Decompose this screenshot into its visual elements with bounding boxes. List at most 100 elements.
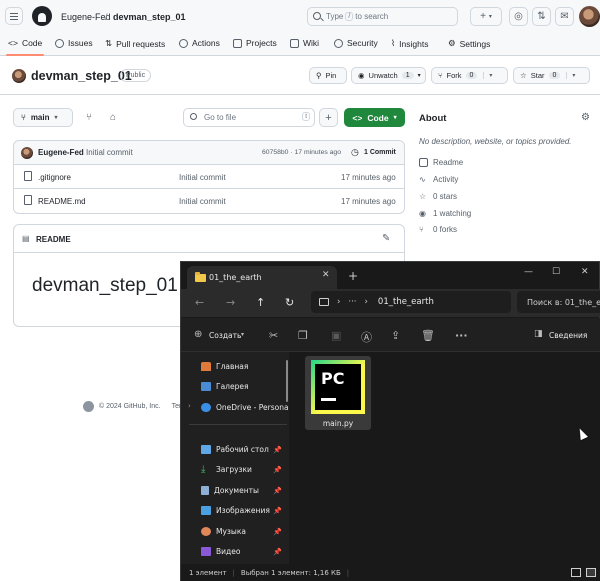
refresh-icon[interactable]: ↻ xyxy=(285,296,294,309)
file-name[interactable]: main.py xyxy=(305,419,371,428)
explorer-search-input[interactable]: Поиск в: 01_the_earth xyxy=(517,291,600,313)
forward-icon[interactable]: → xyxy=(226,296,235,309)
add-file-button[interactable]: + xyxy=(319,108,338,127)
go-to-file-input[interactable]: Go to file t xyxy=(183,108,315,127)
pin-icon[interactable]: 📌 xyxy=(273,466,282,474)
search-input[interactable]: Type / to search xyxy=(307,7,458,26)
explorer-tab[interactable]: 01_the_earth xyxy=(187,266,337,289)
sidebar-item-onedrive[interactable]: OneDrive - Persona xyxy=(201,403,289,412)
repo-title[interactable]: devman_step_01 xyxy=(31,69,132,83)
new-tab-icon[interactable]: + xyxy=(348,269,358,283)
more-path-icon[interactable]: ··· xyxy=(348,297,356,307)
pin-icon[interactable]: 📌 xyxy=(273,487,282,495)
file-row[interactable]: .gitignore Initial commit 17 minutes ago xyxy=(14,165,404,189)
pin-icon[interactable]: 📌 xyxy=(273,548,282,556)
tab-security[interactable]: Security xyxy=(334,38,378,48)
maximize-icon[interactable]: ☐ xyxy=(552,267,560,277)
file-icon xyxy=(24,171,32,181)
rename-icon[interactable]: Ⓐ xyxy=(361,329,372,345)
delete-icon[interactable]: 🗑 xyxy=(421,329,435,342)
share-icon[interactable]: ⇪ xyxy=(391,329,400,342)
gear-icon[interactable]: ⚙ xyxy=(581,112,590,123)
up-icon[interactable]: ↑ xyxy=(256,296,265,309)
more-options-icon[interactable]: ··· xyxy=(455,329,468,342)
breadcrumb-owner[interactable]: Eugene-Fed xyxy=(61,12,111,22)
code-button[interactable]: <> Code ▾ xyxy=(344,108,405,127)
file-name[interactable]: README.md xyxy=(38,197,86,206)
sidebar-item-music[interactable]: Музыка xyxy=(201,527,246,536)
star-button[interactable]: ☆ Star 0 ▾ xyxy=(513,67,590,84)
copy-icon[interactable]: ❐ xyxy=(298,329,308,342)
tab-actions[interactable]: Actions xyxy=(179,38,220,48)
pin-icon[interactable]: 📌 xyxy=(273,507,282,515)
details-pane-icon[interactable]: ◨ xyxy=(534,329,543,339)
create-new-button[interactable]: + ▾ xyxy=(470,7,502,26)
menu-button[interactable] xyxy=(5,7,23,25)
minimize-icon[interactable]: — xyxy=(524,267,533,277)
details-view-icon[interactable] xyxy=(571,568,581,577)
tab-insights[interactable]: ⌇ Insights xyxy=(391,38,428,49)
breadcrumb-folder[interactable]: 01_the_earth xyxy=(378,297,434,307)
create-button[interactable]: Создать xyxy=(209,331,241,340)
file-row[interactable]: README.md Initial commit 17 minutes ago xyxy=(14,189,404,213)
sidebar-item-downloads[interactable]: ⤓ Загрузки xyxy=(201,465,252,475)
pin-icon[interactable]: 📌 xyxy=(273,528,282,536)
github-logo-icon[interactable] xyxy=(32,6,52,26)
file-name[interactable]: .gitignore xyxy=(38,173,71,182)
chevron-right-icon[interactable]: › xyxy=(188,402,191,410)
chevron-down-icon[interactable]: ▾ xyxy=(483,72,492,79)
chevron-down-icon[interactable]: ▾ xyxy=(566,72,575,79)
about-forks-link[interactable]: ⑂ 0 forks xyxy=(419,225,457,234)
sidebar-item-home[interactable]: Главная xyxy=(201,362,248,371)
user-avatar[interactable] xyxy=(579,6,600,27)
back-icon[interactable]: ← xyxy=(195,296,204,309)
tab-pull-requests[interactable]: ⇅ Pull requests xyxy=(105,38,165,49)
address-bar[interactable]: › ··· › 01_the_earth xyxy=(311,291,511,313)
github-logo-icon[interactable] xyxy=(83,401,94,412)
close-tab-icon[interactable]: ✕ xyxy=(322,270,330,280)
tiles-view-icon[interactable] xyxy=(586,568,596,577)
about-activity-link[interactable]: ∿ Activity xyxy=(419,175,458,184)
owner-avatar[interactable] xyxy=(12,69,26,83)
close-window-icon[interactable]: ✕ xyxy=(581,267,589,277)
commit-author[interactable]: Eugene-Fed xyxy=(38,148,84,157)
paste-icon[interactable]: ▣ xyxy=(331,329,341,342)
sidebar-item-desktop[interactable]: Рабочий стол xyxy=(201,445,269,454)
sidebar-item-gallery[interactable]: Галерея xyxy=(201,382,248,391)
details-button[interactable]: Сведения xyxy=(549,331,587,340)
commit-meta[interactable]: 60758b0 · 17 minutes ago xyxy=(262,149,341,156)
breadcrumb-repo[interactable]: devman_step_01 xyxy=(113,12,186,22)
cut-icon[interactable]: ✂ xyxy=(269,329,278,342)
pin-icon[interactable]: 📌 xyxy=(273,446,282,454)
pin-button[interactable]: ⚲ Pin xyxy=(309,67,347,84)
chevron-right-icon: › xyxy=(337,297,341,307)
commit-message[interactable]: Initial commit xyxy=(86,148,133,157)
about-stars-link[interactable]: ☆ 0 stars xyxy=(419,192,457,201)
unwatch-button[interactable]: ◉ Unwatch 1 ▾ xyxy=(351,67,426,84)
tab-code[interactable]: <> Code xyxy=(8,38,42,48)
issues-icon[interactable]: ◎ xyxy=(509,7,528,26)
about-readme-link[interactable]: Readme xyxy=(419,158,463,167)
branches-icon[interactable]: ⑂ xyxy=(86,112,92,123)
tab-wiki[interactable]: Wiki xyxy=(290,38,319,48)
about-watching-link[interactable]: ◉ 1 watching xyxy=(419,209,471,218)
tab-settings[interactable]: ⚙ Settings xyxy=(448,38,490,49)
edit-pencil-icon[interactable]: ✎ xyxy=(382,233,390,244)
branch-selector[interactable]: ⑂ main ▾ xyxy=(13,108,73,127)
tag-icon[interactable]: ⌂ xyxy=(110,112,116,123)
commit-author-avatar[interactable] xyxy=(21,147,33,159)
fork-button[interactable]: ⑂ Fork 0 ▾ xyxy=(431,67,508,84)
sidebar-item-documents[interactable]: Документы xyxy=(201,486,259,495)
file-commit-message[interactable]: Initial commit xyxy=(179,197,226,206)
tab-issues[interactable]: Issues xyxy=(55,38,93,48)
sidebar-item-pictures[interactable]: Изображения xyxy=(201,506,270,515)
create-plus-icon[interactable]: ⊕ xyxy=(194,329,202,340)
tab-projects[interactable]: Projects xyxy=(233,38,277,48)
commit-count[interactable]: 1 Commit xyxy=(364,149,396,156)
file-commit-message[interactable]: Initial commit xyxy=(179,173,226,182)
scrollbar[interactable] xyxy=(286,360,288,402)
sidebar-item-video[interactable]: Видео xyxy=(201,547,240,556)
pull-requests-icon[interactable]: ⇅ xyxy=(532,7,551,26)
readme-tab[interactable]: README xyxy=(36,235,71,244)
inbox-icon[interactable]: ✉ xyxy=(555,7,574,26)
